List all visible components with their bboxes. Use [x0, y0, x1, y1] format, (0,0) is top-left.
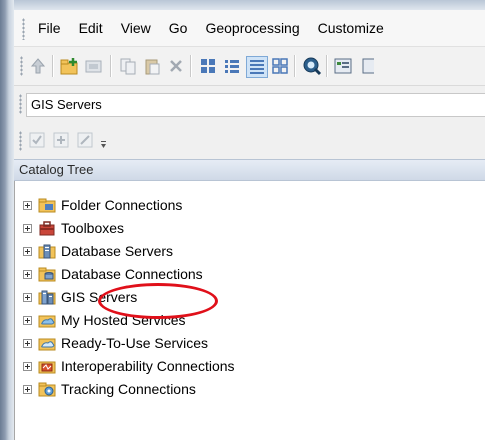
expand-icon[interactable]	[23, 361, 32, 371]
catalog-window: File Edit View Go Geoprocessing Customiz…	[14, 10, 485, 440]
expand-icon[interactable]	[23, 200, 32, 210]
location-field[interactable]: GIS Servers	[26, 93, 485, 117]
details-icon[interactable]	[246, 56, 268, 78]
tree-item-label: Database Connections	[61, 266, 203, 282]
toolbox-icon	[38, 220, 56, 236]
toolbar-separator	[190, 55, 192, 77]
menu-file[interactable]: File	[38, 20, 61, 36]
tree-item-label: Tracking Connections	[61, 381, 196, 397]
expand-icon[interactable]	[23, 338, 32, 348]
add-icon[interactable]	[52, 131, 70, 149]
standard-toolbar	[14, 47, 485, 86]
menu-go[interactable]: Go	[169, 20, 188, 36]
edit-icon[interactable]	[76, 131, 94, 149]
tree-item-label: GIS Servers	[61, 289, 138, 305]
window-edge	[0, 0, 14, 440]
catalog-tree-header: Catalog Tree	[14, 159, 485, 181]
disconnect-icon[interactable]	[84, 56, 104, 76]
menubar-grip[interactable]	[22, 18, 25, 40]
tree-item-label: Database Servers	[61, 243, 174, 259]
expand-icon[interactable]	[23, 246, 32, 256]
location-bar: GIS Servers	[14, 87, 485, 121]
tracking-icon	[38, 381, 56, 397]
database-server-icon	[38, 243, 56, 259]
connect-folder-icon[interactable]	[60, 56, 80, 76]
catalog-tree-title: Catalog Tree	[19, 162, 94, 177]
catalog-window-icon[interactable]	[334, 56, 354, 76]
check-icon[interactable]	[28, 131, 46, 149]
expand-icon[interactable]	[23, 223, 32, 233]
paste-icon[interactable]	[142, 56, 162, 76]
list-icon[interactable]	[222, 56, 242, 76]
menu-edit[interactable]: Edit	[79, 20, 103, 36]
toolbar-separator	[110, 55, 112, 77]
tree-item-label: Interoperability Connections	[61, 358, 235, 374]
expand-icon[interactable]	[23, 315, 32, 325]
location-grip[interactable]	[19, 94, 22, 114]
copy-icon[interactable]	[118, 56, 138, 76]
expand-icon[interactable]	[23, 269, 32, 279]
tree-item-label: Folder Connections	[61, 197, 183, 213]
tree-item-interoperability-connections[interactable]: Interoperability Connections	[23, 355, 235, 377]
overflow-icon[interactable]	[100, 138, 106, 148]
location-value: GIS Servers	[31, 97, 102, 112]
menu-customize[interactable]: Customize	[318, 20, 384, 36]
tree-item-tracking-connections[interactable]: Tracking Connections	[23, 378, 196, 400]
search-icon[interactable]	[302, 56, 322, 76]
toolbar2-grip[interactable]	[19, 131, 22, 151]
folder-icon	[38, 197, 56, 213]
hosted-services-icon	[38, 312, 56, 328]
menu-bar: File Edit View Go Geoprocessing Customiz…	[14, 10, 485, 47]
tree-item-ready-to-use-services[interactable]: Ready-To-Use Services	[23, 332, 208, 354]
expand-icon[interactable]	[23, 292, 32, 302]
toolbar-grip[interactable]	[20, 56, 23, 76]
thumbnails-icon[interactable]	[270, 56, 290, 76]
catalog-tree: Folder Connections Toolboxes Database Se…	[14, 181, 485, 440]
tree-item-label: My Hosted Services	[61, 312, 186, 328]
toolbar-separator	[326, 55, 328, 77]
expand-icon[interactable]	[23, 384, 32, 394]
tree-item-folder-connections[interactable]: Folder Connections	[23, 194, 182, 216]
tree-item-gis-servers[interactable]: GIS Servers	[23, 286, 137, 308]
secondary-toolbar	[14, 124, 485, 158]
tree-item-toolboxes[interactable]: Toolboxes	[23, 217, 124, 239]
ready-to-use-services-icon	[38, 335, 56, 351]
up-folder-icon[interactable]	[28, 56, 48, 76]
toolbar-separator	[294, 55, 296, 77]
tree-item-database-connections[interactable]: Database Connections	[23, 263, 203, 285]
large-icons-icon[interactable]	[198, 56, 218, 76]
interoperability-icon	[38, 358, 56, 374]
menu-geoprocessing[interactable]: Geoprocessing	[205, 20, 299, 36]
window-top-edge	[14, 0, 485, 10]
delete-icon[interactable]	[166, 56, 186, 76]
catalog-window-icon[interactable]	[358, 56, 378, 76]
tree-item-my-hosted-services[interactable]: My Hosted Services	[23, 309, 185, 331]
menu-view[interactable]: View	[121, 20, 151, 36]
tree-item-database-servers[interactable]: Database Servers	[23, 240, 173, 262]
tree-item-label: Toolboxes	[61, 220, 125, 236]
gis-server-icon	[38, 289, 56, 305]
database-connection-icon	[38, 266, 56, 282]
tree-item-label: Ready-To-Use Services	[61, 335, 209, 351]
toolbar-separator	[52, 55, 54, 77]
